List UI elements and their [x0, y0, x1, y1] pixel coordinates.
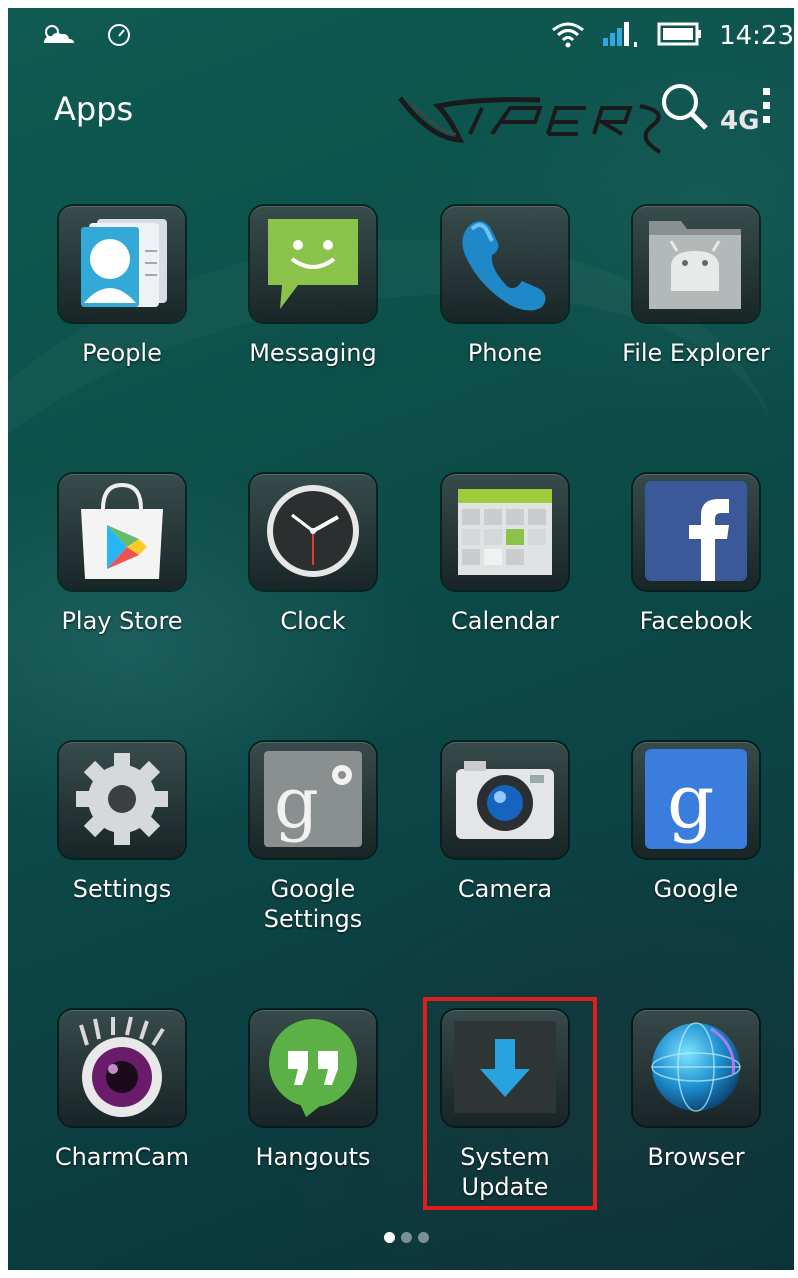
app-label: Phone: [467, 339, 543, 367]
app-icon-frame: [59, 742, 185, 858]
app-google-settings[interactable]: g Google Settings: [223, 742, 403, 962]
app-label: Messaging: [249, 339, 377, 367]
app-icon-frame: g: [633, 742, 759, 858]
app-label: Google Settings: [263, 875, 363, 933]
app-icon-frame: [442, 742, 568, 858]
google-icon: g: [645, 749, 747, 849]
app-calendar[interactable]: Calendar: [415, 474, 595, 694]
app-camera[interactable]: Camera: [415, 742, 595, 962]
svg-text:g: g: [667, 759, 714, 845]
app-label: Settings: [72, 875, 172, 903]
svg-text:g: g: [274, 762, 319, 844]
app-icon-frame: [250, 1010, 376, 1126]
app-label: Camera: [457, 875, 553, 903]
page-dot-1[interactable]: [384, 1232, 395, 1243]
app-label: Play Store: [61, 607, 183, 635]
app-label: File Explorer: [622, 339, 770, 367]
calendar-icon: [458, 489, 552, 575]
messaging-icon: [268, 219, 358, 309]
app-icon-frame: [59, 1010, 185, 1126]
camera-icon: [456, 761, 554, 839]
app-label: CharmCam: [54, 1143, 190, 1171]
app-file-explorer[interactable]: File Explorer: [606, 206, 786, 426]
home-screen: 14:23 Apps 4G People Messaging Phone Fil…: [8, 8, 794, 1270]
app-hangouts[interactable]: Hangouts: [223, 1010, 403, 1230]
app-icon-frame: [250, 206, 376, 322]
page-dot-2[interactable]: [401, 1232, 412, 1243]
app-icon-frame: [633, 1010, 759, 1126]
app-grid: People Messaging Phone File Explorer Pla…: [8, 8, 794, 1270]
clock-icon: [267, 485, 359, 577]
app-google[interactable]: g Google: [606, 742, 786, 962]
app-label: Facebook: [639, 607, 753, 635]
app-clock[interactable]: Clock: [223, 474, 403, 694]
app-icon-frame: [633, 474, 759, 590]
page-indicator: [384, 1232, 429, 1243]
app-icon-frame: [59, 206, 185, 322]
file-explorer-icon: [649, 221, 741, 309]
hangouts-icon: [269, 1019, 357, 1117]
highlight-box: [423, 997, 597, 1210]
phone-icon: [462, 221, 546, 311]
app-icon-frame: [250, 474, 376, 590]
gear-icon: [76, 753, 168, 845]
app-label: Clock: [280, 607, 346, 635]
charmcam-icon: [79, 1016, 165, 1117]
app-browser[interactable]: Browser: [606, 1010, 786, 1230]
google-settings-icon: g: [264, 751, 362, 847]
play-store-icon: [81, 482, 163, 579]
app-label: Google: [653, 875, 739, 903]
app-messaging[interactable]: Messaging: [223, 206, 403, 426]
app-icon-frame: [633, 206, 759, 322]
app-icon-frame: [442, 206, 568, 322]
app-icon-frame: [59, 474, 185, 590]
app-label: People: [82, 339, 162, 367]
app-facebook[interactable]: Facebook: [606, 474, 786, 694]
app-phone[interactable]: Phone: [415, 206, 595, 426]
app-charmcam[interactable]: CharmCam: [32, 1010, 212, 1230]
app-play-store[interactable]: Play Store: [32, 474, 212, 694]
app-people[interactable]: People: [32, 206, 212, 426]
app-label: Calendar: [451, 607, 559, 635]
app-icon-frame: [442, 474, 568, 590]
app-label: Browser: [647, 1143, 745, 1171]
people-icon: [81, 219, 167, 307]
facebook-icon: [645, 481, 747, 581]
page-dot-3[interactable]: [418, 1232, 429, 1243]
browser-icon: [651, 1022, 741, 1112]
app-settings[interactable]: Settings: [32, 742, 212, 962]
app-label: Hangouts: [255, 1143, 371, 1171]
app-icon-frame: g: [250, 742, 376, 858]
